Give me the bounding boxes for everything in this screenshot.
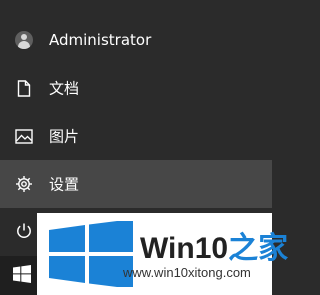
- menu-item-settings[interactable]: 设置: [0, 160, 272, 208]
- user-avatar-icon: [14, 30, 34, 50]
- windows-logo-icon: [13, 264, 31, 287]
- menu-item-label: Administrator: [49, 31, 152, 49]
- menu-item-pictures[interactable]: 图片: [0, 112, 272, 160]
- menu-item-label: 文档: [49, 79, 80, 98]
- menu-item-user-account[interactable]: Administrator: [0, 16, 272, 64]
- watermark-url: www.win10xitong.com: [123, 265, 251, 280]
- watermark-title: Win10之家: [140, 223, 288, 267]
- start-menu: Administrator 文档 图片 设置 Win10之家 www.win10…: [0, 0, 288, 295]
- menu-item-label: 设置: [49, 175, 80, 194]
- watermark-title-suffix: 之家: [228, 232, 289, 265]
- watermark-banner: Win10之家 www.win10xitong.com: [37, 213, 288, 295]
- picture-icon: [14, 126, 34, 146]
- win10-logo-icon: [49, 219, 133, 291]
- menu-item-label: 图片: [49, 127, 80, 146]
- watermark-title-prefix: Win10: [140, 232, 229, 265]
- gear-icon: [14, 174, 34, 194]
- document-icon: [14, 78, 34, 98]
- power-icon: [14, 221, 34, 241]
- menu-item-documents[interactable]: 文档: [0, 64, 272, 112]
